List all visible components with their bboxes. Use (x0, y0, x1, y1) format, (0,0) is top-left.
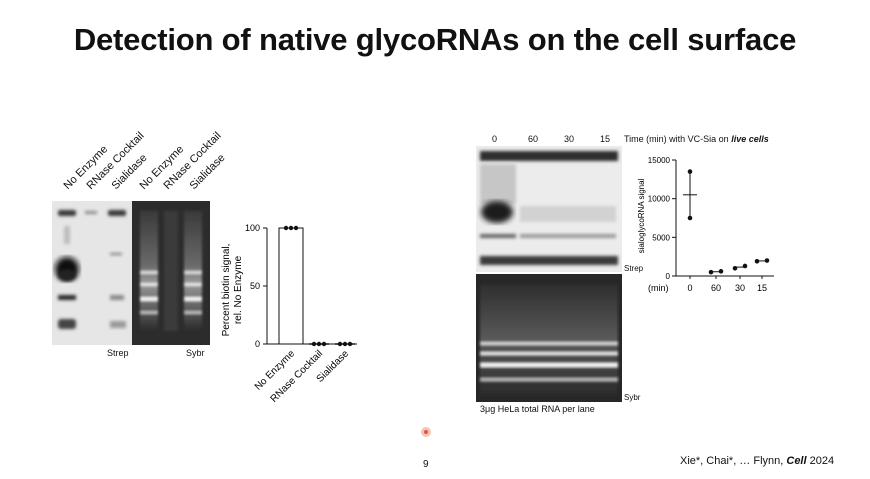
time-caption-text: Time (min) with VC-Sia on (624, 134, 732, 144)
x-axis-prefix: (min) (648, 283, 669, 293)
time-caption: Time (min) with VC-Sia on live cells (624, 134, 769, 144)
time-label: 60 (528, 134, 539, 144)
sybr-time-label: Sybr (624, 393, 641, 402)
sybr-gel-image (132, 201, 210, 345)
y-tick-label: 0 (255, 339, 260, 349)
y-axis-title: sialoglycoRNA signal (637, 178, 646, 253)
bar (278, 227, 304, 345)
data-point (283, 225, 289, 231)
y-tick-label: 5000 (652, 233, 670, 242)
x-tick-label: 30 (735, 283, 745, 293)
gel-caption: 3μg HeLa total RNA per lane (480, 404, 595, 414)
data-point (742, 263, 748, 269)
left-panel: No Enzyme RNase Cocktail Sialidase No En… (0, 0, 430, 479)
strep-time-blot-image (476, 146, 622, 272)
laser-pointer-dot (421, 427, 431, 437)
time-label: 0 (492, 134, 498, 144)
time-label: 30 (564, 134, 575, 144)
y-axis-title-line2: rel. No Enzyme (233, 255, 244, 324)
x-tick-label: 0 (687, 283, 692, 293)
y-tick-label: 15000 (648, 156, 671, 165)
data-point (316, 341, 322, 347)
page-number: 9 (423, 459, 429, 470)
sybr-time-gel-image (476, 274, 622, 402)
citation: Xie*, Chai*, … Flynn, Cell 2024 (680, 455, 834, 467)
data-point (732, 265, 738, 271)
y-axis-title-line1: Percent biotin signal, (221, 244, 232, 337)
data-point (347, 341, 353, 347)
citation-journal: Cell (786, 455, 807, 467)
biotin-bar-chart: Percent biotin signal, rel. No Enzyme 0 5… (221, 223, 357, 405)
data-point (342, 341, 348, 347)
citation-authors: Xie*, Chai*, … Flynn, (680, 455, 787, 467)
data-point (764, 258, 770, 263)
citation-year: 2024 (806, 455, 835, 467)
x-tick-label: 60 (711, 283, 721, 293)
data-point (293, 225, 299, 231)
data-point (288, 225, 294, 231)
y-tick-label: 50 (250, 281, 260, 291)
data-point (687, 169, 693, 174)
data-point (687, 215, 693, 221)
y-tick-label: 0 (666, 272, 671, 281)
data-point (311, 341, 317, 347)
time-caption-emphasis: live cells (731, 134, 769, 144)
data-point (708, 269, 714, 275)
time-label: 15 (600, 134, 611, 144)
y-tick-label: 10000 (648, 195, 671, 204)
sialoglycorna-scatter-chart: sialoglycoRNA signal 0 5000 10000 15000 0 60… (637, 156, 774, 293)
x-tick-label: 15 (757, 283, 767, 293)
data-point (718, 269, 724, 274)
y-axis-title: Percent biotin signal, rel. No Enzyme (221, 244, 244, 337)
strep-label: Strep (107, 348, 129, 358)
strep-blot-image (52, 201, 132, 345)
right-panel: 0 60 30 15 Time (min) with VC-Sia on liv… (430, 0, 870, 479)
data-point (337, 341, 343, 347)
sybr-label: Sybr (186, 348, 205, 358)
y-tick-label: 100 (245, 223, 260, 233)
data-point (754, 259, 760, 264)
data-point (321, 341, 327, 347)
